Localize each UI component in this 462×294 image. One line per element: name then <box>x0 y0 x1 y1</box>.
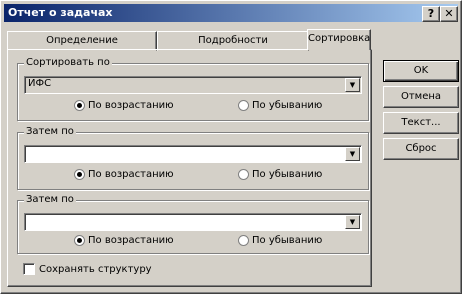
tab-details[interactable]: Подробности <box>157 31 309 51</box>
chevron-down-icon[interactable]: ▼ <box>345 147 360 161</box>
help-button[interactable]: ? <box>422 6 440 22</box>
sort-by-desc-radio[interactable]: По убыванию <box>238 100 322 112</box>
radio-selected-icon <box>74 100 85 111</box>
then-by-group-2: Затем по ▼ По возрастанию По убыванию <box>17 194 369 254</box>
help-icon: ? <box>427 7 435 20</box>
radio-selected-icon <box>74 235 85 246</box>
sort-by-label: Сортировать по <box>24 57 112 68</box>
reset-button[interactable]: Сброс <box>383 138 459 160</box>
close-button[interactable]: ✕ <box>440 6 458 22</box>
then-by-1-asc-label: По возрастанию <box>88 169 174 180</box>
sort-by-asc-radio[interactable]: По возрастанию <box>74 100 174 112</box>
window-title: Отчет о задачах <box>8 6 113 19</box>
chevron-down-icon[interactable]: ▼ <box>345 78 360 92</box>
then-by-2-desc-label: По убыванию <box>252 235 323 246</box>
then-by-1-asc-radio[interactable]: По возрастанию <box>74 169 174 181</box>
sort-by-desc-label: По убыванию <box>252 100 323 111</box>
radio-selected-icon <box>74 169 85 180</box>
checkbox-empty-icon <box>23 263 35 275</box>
then-by-2-desc-radio[interactable]: По убыванию <box>238 235 322 247</box>
sort-by-combo[interactable]: ИФС ▼ <box>24 76 362 94</box>
then-by-combo-2[interactable]: ▼ <box>24 213 362 231</box>
then-by-2-asc-label: По возрастанию <box>88 235 174 246</box>
radio-empty-icon <box>238 169 249 180</box>
radio-empty-icon <box>238 235 249 246</box>
then-by-1-desc-label: По убыванию <box>252 169 323 180</box>
then-by-label-1: Затем по <box>24 126 76 137</box>
then-by-label-2: Затем по <box>24 194 76 205</box>
chevron-down-icon[interactable]: ▼ <box>345 215 360 229</box>
tab-definition[interactable]: Определение <box>7 31 157 51</box>
keep-structure-label: Сохранять структуру <box>39 264 152 275</box>
tab-strip: Определение Подробности Сортировка <box>7 29 371 51</box>
ok-button[interactable]: OK <box>383 60 459 82</box>
close-icon: ✕ <box>444 7 454 20</box>
sort-by-asc-label: По возрастанию <box>88 100 174 111</box>
then-by-group-1: Затем по ▼ По возрастанию По убыванию <box>17 126 369 190</box>
cancel-button[interactable]: Отмена <box>383 86 459 108</box>
radio-empty-icon <box>238 100 249 111</box>
then-by-2-asc-radio[interactable]: По возрастанию <box>74 235 174 247</box>
text-button[interactable]: Текст... <box>383 112 459 134</box>
tab-sorting[interactable]: Сортировка <box>307 29 371 50</box>
sort-by-value: ИФС <box>28 78 52 89</box>
keep-structure-checkbox[interactable]: Сохранять структуру <box>23 263 152 275</box>
then-by-1-desc-radio[interactable]: По убыванию <box>238 169 322 181</box>
sort-by-group: Сортировать по ИФС ▼ По возрастанию По у… <box>17 57 369 121</box>
then-by-combo-1[interactable]: ▼ <box>24 145 362 163</box>
report-dialog: Отчет о задачах ? ✕ Определение Подробно… <box>0 0 462 294</box>
title-bar[interactable]: Отчет о задачах ? ✕ <box>4 4 458 22</box>
